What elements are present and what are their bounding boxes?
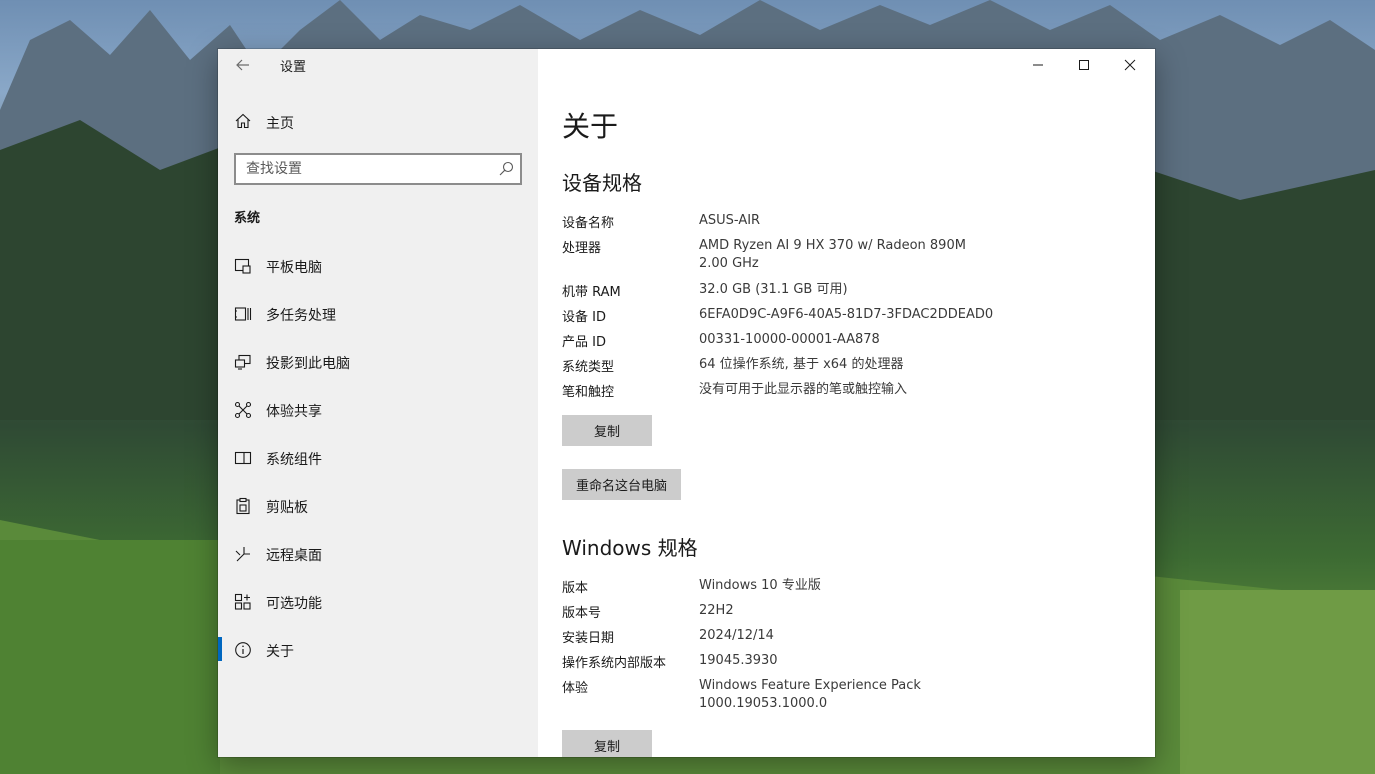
- spec-value: 19045.3930: [699, 653, 778, 668]
- search-icon[interactable]: [498, 161, 514, 177]
- spec-value: 22H2: [699, 603, 734, 618]
- rename-pc-button[interactable]: 重命名这台电脑: [562, 469, 682, 500]
- optional-features-icon: [234, 593, 251, 610]
- spec-row: 版本号 22H2: [562, 602, 1142, 627]
- sidebar-item-label: 投影到此电脑: [266, 356, 350, 372]
- sidebar-item-label: 可选功能: [266, 596, 322, 612]
- sidebar-item-label: 远程桌面: [266, 548, 322, 564]
- spec-row: 系统类型 64 位操作系统, 基于 x64 的处理器: [562, 356, 1142, 381]
- sidebar-item-label: 多任务处理: [266, 308, 336, 324]
- spec-value: 2024/12/14: [699, 628, 774, 643]
- spec-value: 64 位操作系统, 基于 x64 的处理器: [699, 357, 904, 372]
- windows-specs-heading: Windows 规格: [562, 536, 698, 560]
- sidebar-item-tablet[interactable]: 平板电脑: [218, 241, 538, 289]
- spec-key: 操作系统内部版本: [562, 656, 667, 671]
- page-title: 关于: [562, 110, 619, 143]
- section-heading: 系统: [234, 211, 261, 226]
- spec-row: 机带 RAM 32.0 GB (31.1 GB 可用): [562, 281, 1142, 306]
- spec-key: 体验: [562, 681, 589, 696]
- minimize-button[interactable]: [1015, 49, 1061, 81]
- minimize-icon: [1033, 64, 1043, 66]
- spec-row: 安装日期 2024/12/14: [562, 627, 1142, 652]
- spec-key: 安装日期: [562, 631, 615, 646]
- spec-value: Windows 10 专业版: [699, 578, 821, 593]
- search-box: [234, 153, 522, 185]
- info-icon: [235, 642, 251, 658]
- spec-key: 处理器: [562, 241, 602, 256]
- spec-value: 00331-10000-00001-AA878: [699, 332, 880, 347]
- spec-key: 产品 ID: [562, 335, 606, 350]
- spec-value: 6EFA0D9C-A9F6-40A5-81D7-3FDAC2DDEAD0: [699, 307, 994, 322]
- spec-row: 版本 Windows 10 专业版: [562, 577, 1142, 602]
- multitasking-icon: [234, 307, 252, 321]
- home-label: 主页: [266, 116, 294, 132]
- main-content: 关于 设备规格 设备名称 ASUS-AIR 处理器 AMD Ryzen AI 9…: [538, 49, 1155, 757]
- copy-windows-specs-button[interactable]: 复制: [562, 730, 652, 757]
- spec-row: 处理器 AMD Ryzen AI 9 HX 370 w/ Radeon 890M…: [562, 237, 1142, 281]
- maximize-button[interactable]: [1061, 49, 1107, 81]
- sidebar-item-label: 剪贴板: [266, 500, 308, 516]
- sidebar-item-project[interactable]: 投影到此电脑: [218, 337, 538, 385]
- spec-row: 笔和触控 没有可用于此显示器的笔或触控输入: [562, 381, 1142, 406]
- sidebar-item-share[interactable]: 体验共享: [218, 385, 538, 433]
- sidebar-item-home[interactable]: 主页: [218, 109, 538, 135]
- spec-key: 笔和触控: [562, 385, 615, 400]
- back-button[interactable]: [232, 54, 254, 76]
- spec-key: 版本: [562, 581, 589, 596]
- sidebar-item-about[interactable]: 关于: [218, 625, 538, 673]
- home-icon: [235, 113, 251, 129]
- search-input[interactable]: [236, 155, 496, 183]
- spec-row: 操作系统内部版本 19045.3930: [562, 652, 1142, 677]
- spec-key: 设备名称: [562, 216, 615, 231]
- spec-key: 设备 ID: [562, 310, 606, 325]
- spec-row: 产品 ID 00331-10000-00001-AA878: [562, 331, 1142, 356]
- close-button[interactable]: [1107, 49, 1153, 81]
- sidebar-item-label: 体验共享: [266, 404, 322, 420]
- back-arrow-icon: [236, 59, 249, 71]
- copy-device-specs-button[interactable]: 复制: [562, 415, 652, 446]
- spec-key: 系统类型: [562, 360, 615, 375]
- spec-key: 版本号: [562, 606, 602, 621]
- spec-row: 体验 Windows Feature Experience Pack 1000.…: [562, 677, 1142, 721]
- spec-value: 没有可用于此显示器的笔或触控输入: [699, 382, 908, 397]
- sidebar-item-clipboard[interactable]: 剪贴板: [218, 481, 538, 529]
- spec-value: AMD Ryzen AI 9 HX 370 w/ Radeon 890M 2.0…: [699, 238, 966, 271]
- settings-window: 设置 主页 系统 平板电脑: [218, 49, 1155, 757]
- close-icon: [1124, 59, 1136, 71]
- spec-row: 设备 ID 6EFA0D9C-A9F6-40A5-81D7-3FDAC2DDEA…: [562, 306, 1142, 331]
- device-specs-list: 设备名称 ASUS-AIR 处理器 AMD Ryzen AI 9 HX 370 …: [562, 212, 1142, 406]
- spec-value: 32.0 GB (31.1 GB 可用): [699, 282, 848, 297]
- spec-value: ASUS-AIR: [699, 213, 761, 228]
- device-specs-heading: 设备规格: [562, 171, 642, 195]
- share-icon: [234, 401, 252, 419]
- sidebar-item-optional-features[interactable]: 可选功能: [218, 577, 538, 625]
- sidebar-item-label: 系统组件: [266, 452, 322, 468]
- sidebar-item-label: 关于: [266, 644, 294, 660]
- sidebar-item-components[interactable]: 系统组件: [218, 433, 538, 481]
- components-icon: [234, 451, 252, 465]
- window-controls: [1015, 49, 1155, 81]
- spec-value: Windows Feature Experience Pack 1000.190…: [699, 678, 921, 711]
- maximize-icon: [1079, 60, 1089, 70]
- spec-key: 机带 RAM: [562, 285, 621, 300]
- sidebar-item-label: 平板电脑: [266, 260, 322, 276]
- app-title: 设置: [280, 60, 307, 75]
- project-icon: [234, 354, 251, 370]
- clipboard-icon: [236, 497, 250, 515]
- sidebar-nav: 平板电脑 多任务处理 投影到此电脑 体验共享 系统组件 剪贴板 远程桌面 可选功…: [218, 241, 538, 673]
- titlebar: 设置: [218, 49, 538, 81]
- sidebar-item-multitasking[interactable]: 多任务处理: [218, 289, 538, 337]
- sidebar-item-remote-desktop[interactable]: 远程桌面: [218, 529, 538, 577]
- spec-row: 设备名称 ASUS-AIR: [562, 212, 1142, 237]
- windows-specs-list: 版本 Windows 10 专业版 版本号 22H2 安装日期 2024/12/…: [562, 577, 1142, 721]
- tablet-icon: [234, 258, 251, 274]
- remote-desktop-icon: [235, 547, 250, 562]
- sidebar: 设置 主页 系统 平板电脑: [218, 49, 538, 757]
